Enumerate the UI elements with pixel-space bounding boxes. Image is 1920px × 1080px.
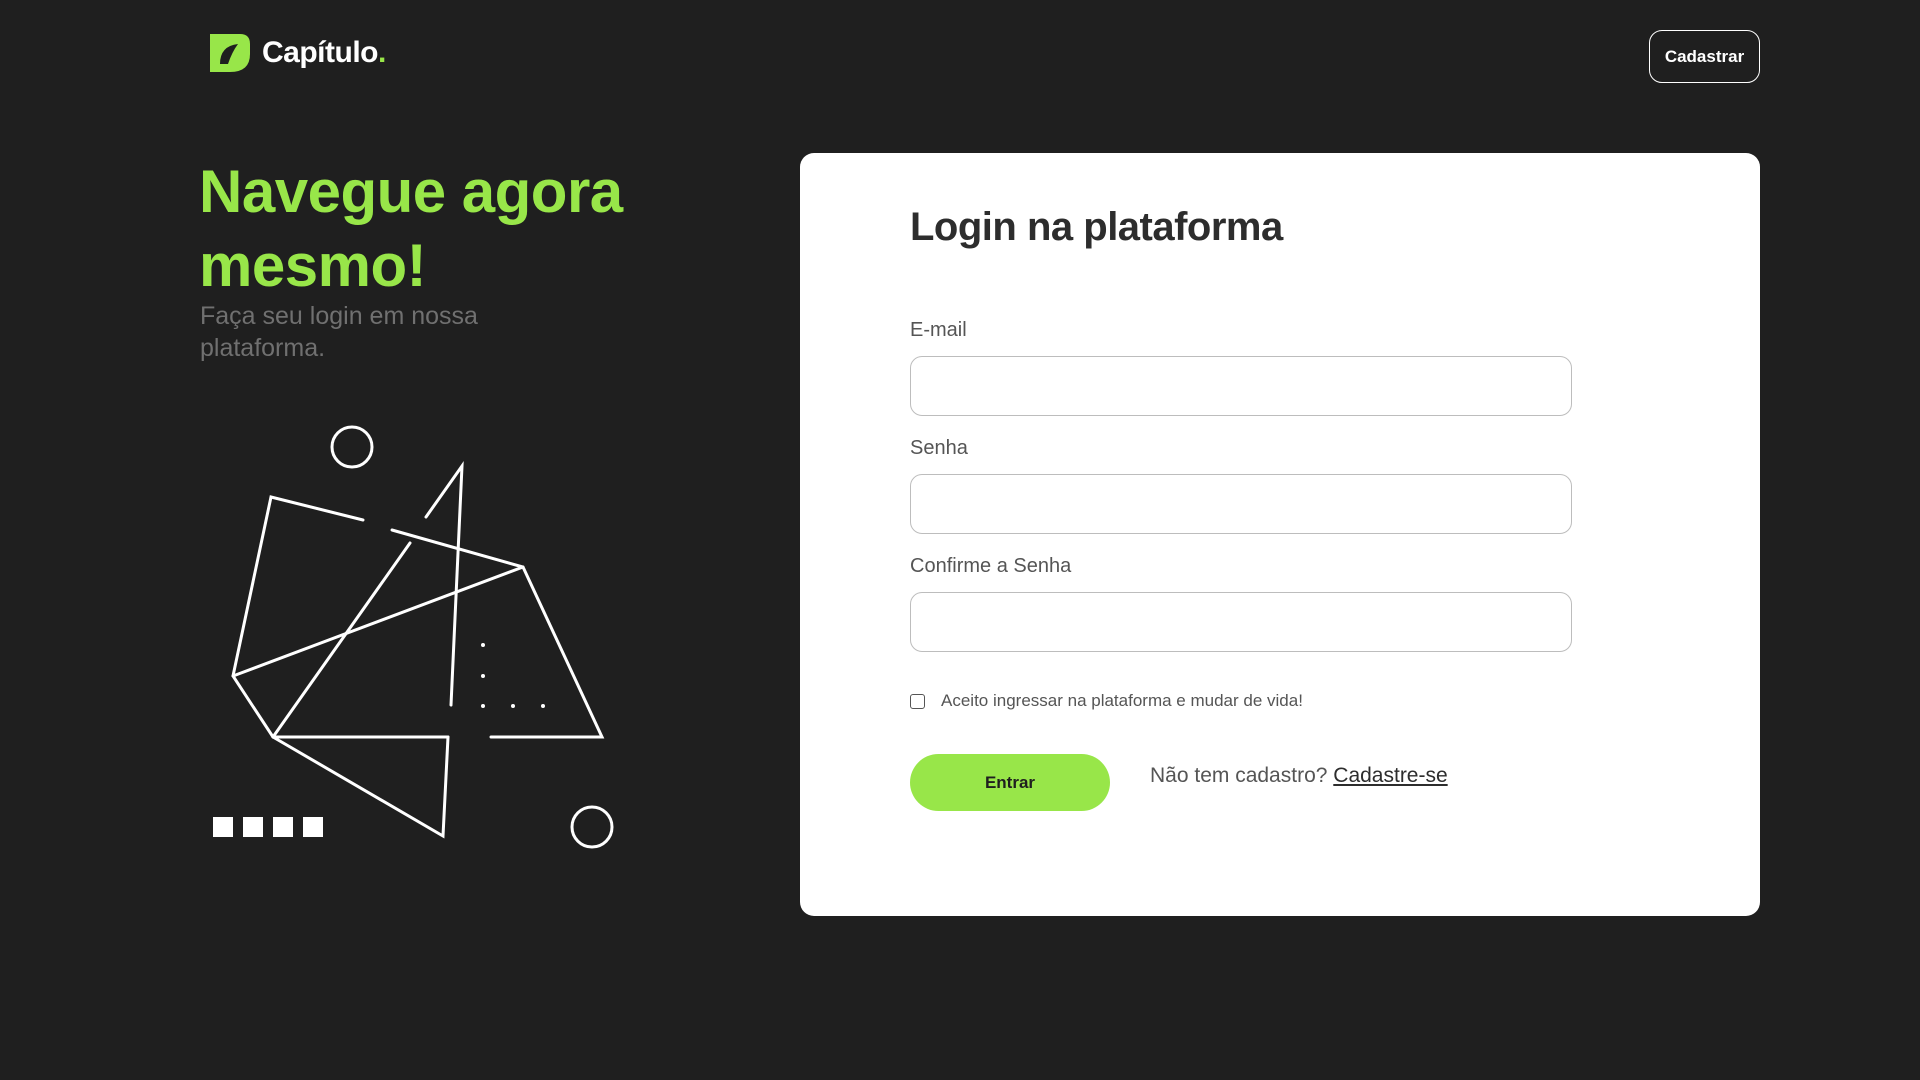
signup-link[interactable]: Cadastre-se (1333, 764, 1447, 787)
hero-title: Navegue agora mesmo! (199, 158, 623, 299)
password-label: Senha (910, 437, 968, 459)
terms-row: Aceito ingressar na plataforma e mudar d… (910, 691, 1303, 711)
logo-text: Capítulo. (262, 36, 387, 69)
terms-label: Aceito ingressar na plataforma e mudar d… (941, 691, 1303, 710)
password-field[interactable] (910, 474, 1572, 534)
confirm-password-label: Confirme a Senha (910, 555, 1072, 577)
no-account-label: Não tem cadastro? (1150, 764, 1328, 787)
no-account-text: Não tem cadastro? Cadastre-se (1150, 764, 1448, 788)
geometric-illustration (213, 425, 614, 849)
login-button[interactable]: Entrar (910, 754, 1110, 811)
login-card: Login na plataforma E-mail Senha Confirm… (800, 153, 1760, 916)
email-label: E-mail (910, 319, 967, 341)
email-field[interactable] (910, 356, 1572, 416)
header-signup-button[interactable]: Cadastrar (1649, 30, 1760, 83)
hero-subtitle: Faça seu login em nossa plataforma. (200, 302, 478, 362)
form-title: Login na plataforma (910, 205, 1283, 249)
terms-checkbox[interactable] (910, 693, 925, 709)
login-page: Capítulo. Cadastrar Navegue agora mesmo!… (0, 0, 1920, 1080)
capitulo-logo-icon (210, 34, 250, 72)
confirm-password-field[interactable] (910, 592, 1572, 652)
logo[interactable]: Capítulo. (208, 32, 386, 74)
